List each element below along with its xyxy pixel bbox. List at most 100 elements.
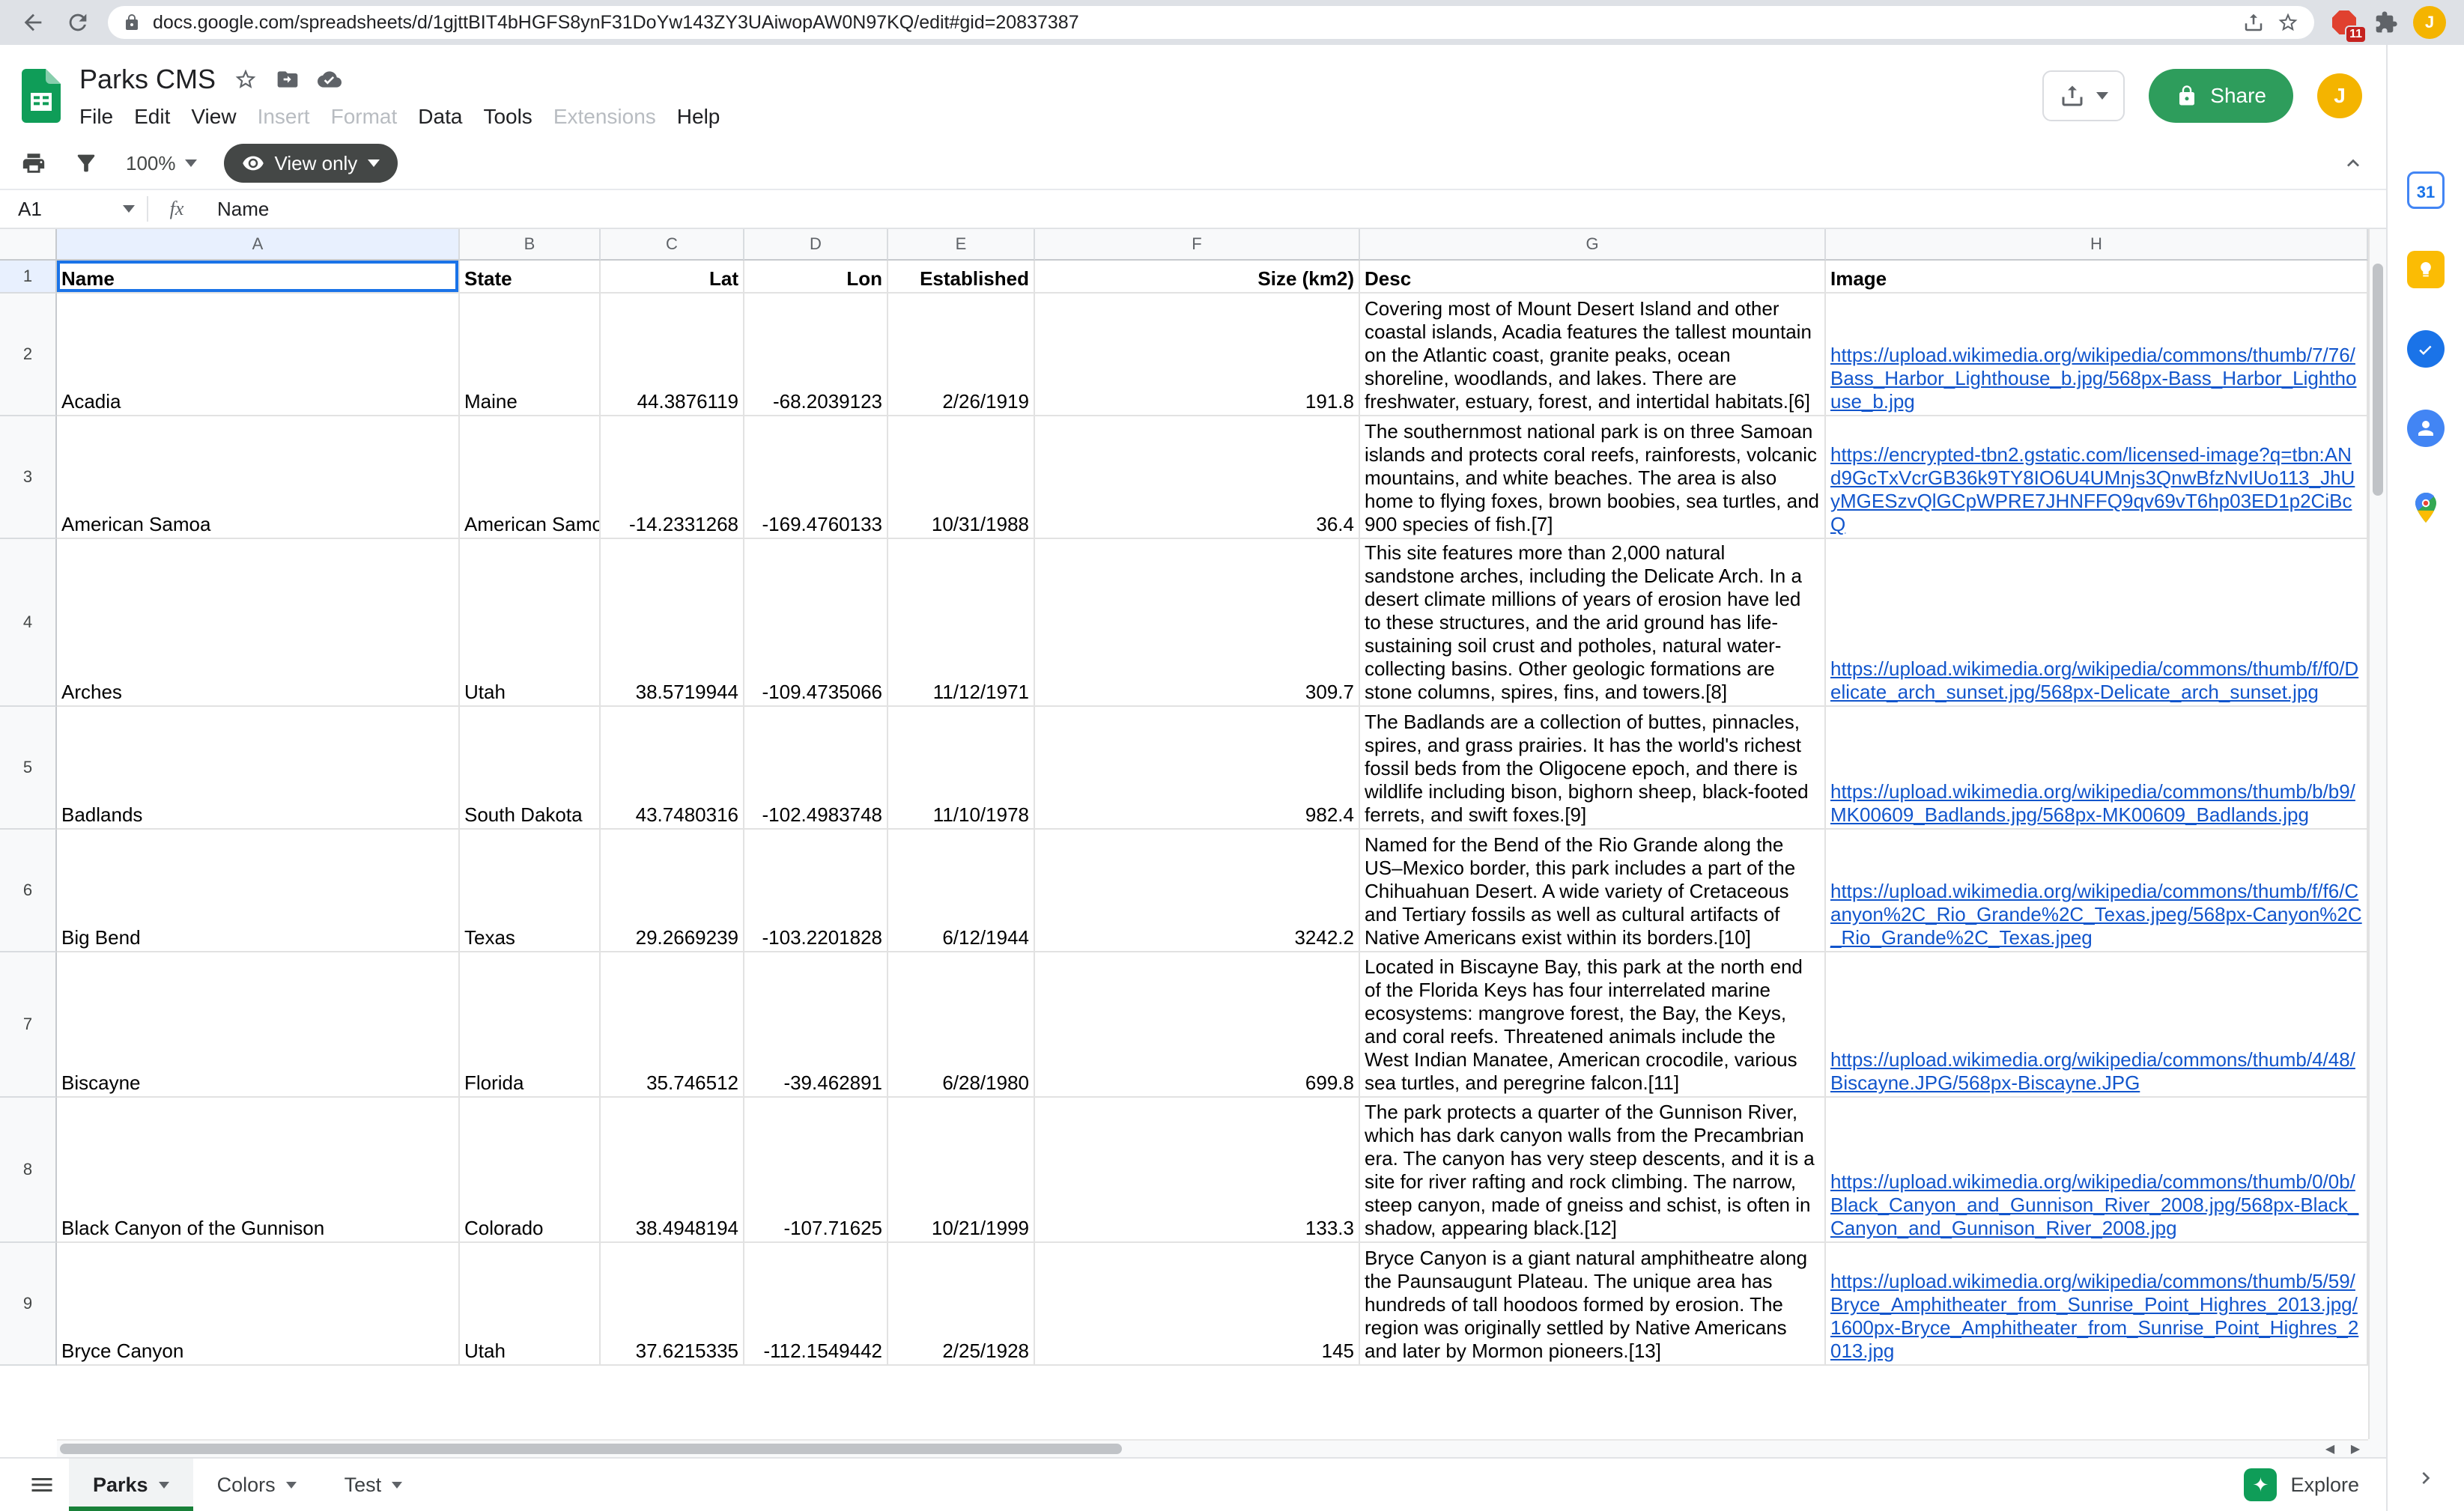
cell-desc-row5[interactable]: The Badlands are a collection of buttes,… bbox=[1360, 707, 1826, 830]
cell-state-row8[interactable]: Colorado bbox=[460, 1098, 601, 1243]
row-header-7[interactable]: 7 bbox=[0, 952, 57, 1098]
menu-edit[interactable]: Edit bbox=[124, 100, 180, 133]
cell-state-row3[interactable]: American Samoa bbox=[460, 416, 601, 539]
horizontal-scrollbar-thumb[interactable] bbox=[60, 1444, 1122, 1454]
cell-lat-row6[interactable]: 29.2669239 bbox=[601, 830, 744, 952]
cell-name-row9[interactable]: Bryce Canyon bbox=[57, 1243, 460, 1366]
cell-lon-row3[interactable]: -169.4760133 bbox=[744, 416, 888, 539]
cell-lon-row4[interactable]: -109.4735066 bbox=[744, 539, 888, 707]
formula-input[interactable]: Name bbox=[205, 190, 2386, 228]
cloud-saved-icon[interactable] bbox=[318, 67, 342, 91]
image-link[interactable]: https://upload.wikimedia.org/wikipedia/c… bbox=[1830, 880, 2362, 949]
ssl-lock-icon[interactable] bbox=[123, 13, 141, 31]
cell-lat-row1[interactable]: Lat bbox=[601, 261, 744, 294]
scroll-left-arrow[interactable]: ◀ bbox=[2317, 1439, 2343, 1457]
cell-image-row8[interactable]: https://upload.wikimedia.org/wikipedia/c… bbox=[1826, 1098, 2368, 1243]
cell-lon-row8[interactable]: -107.71625 bbox=[744, 1098, 888, 1243]
scroll-right-arrow[interactable]: ▶ bbox=[2343, 1439, 2368, 1457]
row-header-9[interactable]: 9 bbox=[0, 1243, 57, 1366]
cell-name-row7[interactable]: Biscayne bbox=[57, 952, 460, 1098]
column-header-C[interactable]: C bbox=[601, 229, 744, 261]
cell-lat-row5[interactable]: 43.7480316 bbox=[601, 707, 744, 830]
menu-file[interactable]: File bbox=[69, 100, 124, 133]
row-header-2[interactable]: 2 bbox=[0, 294, 57, 416]
cell-established-row9[interactable]: 2/25/1928 bbox=[888, 1243, 1035, 1366]
menu-extensions[interactable]: Extensions bbox=[543, 100, 667, 133]
explore-button[interactable]: ✦ Explore bbox=[2223, 1459, 2380, 1511]
cell-size-row4[interactable]: 309.7 bbox=[1035, 539, 1360, 707]
cell-name-row3[interactable]: American Samoa bbox=[57, 416, 460, 539]
cell-lon-row2[interactable]: -68.2039123 bbox=[744, 294, 888, 416]
cell-established-row8[interactable]: 10/21/1999 bbox=[888, 1098, 1035, 1243]
cell-lat-row3[interactable]: -14.2331268 bbox=[601, 416, 744, 539]
cell-image-row9[interactable]: https://upload.wikimedia.org/wikipedia/c… bbox=[1826, 1243, 2368, 1366]
cell-established-row4[interactable]: 11/12/1971 bbox=[888, 539, 1035, 707]
image-link[interactable]: https://upload.wikimedia.org/wikipedia/c… bbox=[1830, 1048, 2362, 1095]
image-link[interactable]: https://upload.wikimedia.org/wikipedia/c… bbox=[1830, 1270, 2362, 1363]
cell-size-row2[interactable]: 191.8 bbox=[1035, 294, 1360, 416]
move-to-folder-icon[interactable] bbox=[276, 67, 300, 91]
cell-name-row4[interactable]: Arches bbox=[57, 539, 460, 707]
calendar-icon[interactable]: 31 bbox=[2406, 171, 2445, 210]
cell-size-row5[interactable]: 982.4 bbox=[1035, 707, 1360, 830]
cell-state-row5[interactable]: South Dakota bbox=[460, 707, 601, 830]
cell-lat-row8[interactable]: 38.4948194 bbox=[601, 1098, 744, 1243]
cell-image-row5[interactable]: https://upload.wikimedia.org/wikipedia/c… bbox=[1826, 707, 2368, 830]
cell-state-row9[interactable]: Utah bbox=[460, 1243, 601, 1366]
cell-image-row6[interactable]: https://upload.wikimedia.org/wikipedia/c… bbox=[1826, 830, 2368, 952]
back-button[interactable] bbox=[18, 7, 48, 37]
cell-state-row6[interactable]: Texas bbox=[460, 830, 601, 952]
cell-lon-row1[interactable]: Lon bbox=[744, 261, 888, 294]
cell-lat-row9[interactable]: 37.6215335 bbox=[601, 1243, 744, 1366]
sheet-tab-test[interactable]: Test bbox=[321, 1459, 427, 1511]
reload-button[interactable] bbox=[63, 7, 93, 37]
menu-tools[interactable]: Tools bbox=[473, 100, 542, 133]
share-page-icon[interactable] bbox=[2242, 11, 2265, 34]
column-header-B[interactable]: B bbox=[460, 229, 601, 261]
cell-desc-row2[interactable]: Covering most of Mount Desert Island and… bbox=[1360, 294, 1826, 416]
vertical-scrollbar[interactable] bbox=[2368, 229, 2386, 1439]
cell-lon-row7[interactable]: -39.462891 bbox=[744, 952, 888, 1098]
adblock-extension-icon[interactable]: 11 bbox=[2329, 7, 2359, 37]
extensions-puzzle-icon[interactable] bbox=[2374, 10, 2398, 34]
column-header-A[interactable]: A bbox=[57, 229, 460, 261]
image-link[interactable]: https://upload.wikimedia.org/wikipedia/c… bbox=[1830, 344, 2362, 413]
cell-established-row3[interactable]: 10/31/1988 bbox=[888, 416, 1035, 539]
cell-size-row6[interactable]: 3242.2 bbox=[1035, 830, 1360, 952]
cell-established-row2[interactable]: 2/26/1919 bbox=[888, 294, 1035, 416]
vertical-scrollbar-thumb[interactable] bbox=[2373, 264, 2383, 496]
cell-name-row8[interactable]: Black Canyon of the Gunnison bbox=[57, 1098, 460, 1243]
cell-lat-row7[interactable]: 35.746512 bbox=[601, 952, 744, 1098]
cell-desc-row7[interactable]: Located in Biscayne Bay, this park at th… bbox=[1360, 952, 1826, 1098]
sheets-logo-icon[interactable] bbox=[21, 69, 61, 123]
row-header-1[interactable]: 1 bbox=[0, 261, 57, 294]
contacts-icon[interactable] bbox=[2406, 409, 2445, 448]
hide-side-panel-chevron[interactable] bbox=[2414, 1466, 2438, 1496]
row-header-8[interactable]: 8 bbox=[0, 1098, 57, 1243]
menu-help[interactable]: Help bbox=[667, 100, 731, 133]
browser-profile-avatar[interactable]: J bbox=[2413, 6, 2446, 39]
cell-lon-row5[interactable]: -102.4983748 bbox=[744, 707, 888, 830]
cell-established-row5[interactable]: 11/10/1978 bbox=[888, 707, 1035, 830]
filter-icon[interactable] bbox=[73, 151, 99, 176]
cell-established-row7[interactable]: 6/28/1980 bbox=[888, 952, 1035, 1098]
sheet-tab-parks[interactable]: Parks bbox=[69, 1459, 193, 1511]
cell-image-row1[interactable]: Image bbox=[1826, 261, 2368, 294]
export-open-button[interactable] bbox=[2042, 70, 2125, 121]
cell-state-row4[interactable]: Utah bbox=[460, 539, 601, 707]
row-header-4[interactable]: 4 bbox=[0, 539, 57, 707]
cell-image-row4[interactable]: https://upload.wikimedia.org/wikipedia/c… bbox=[1826, 539, 2368, 707]
menu-insert[interactable]: Insert bbox=[247, 100, 321, 133]
cell-lat-row2[interactable]: 44.3876119 bbox=[601, 294, 744, 416]
account-avatar[interactable]: J bbox=[2317, 73, 2362, 118]
cell-name-row5[interactable]: Badlands bbox=[57, 707, 460, 830]
cell-desc-row3[interactable]: The southernmost national park is on thr… bbox=[1360, 416, 1826, 539]
sheet-tab-colors[interactable]: Colors bbox=[193, 1459, 321, 1511]
cell-size-row8[interactable]: 133.3 bbox=[1035, 1098, 1360, 1243]
menu-view[interactable]: View bbox=[180, 100, 246, 133]
cell-lon-row6[interactable]: -103.2201828 bbox=[744, 830, 888, 952]
cell-image-row2[interactable]: https://upload.wikimedia.org/wikipedia/c… bbox=[1826, 294, 2368, 416]
horizontal-scrollbar-track[interactable] bbox=[57, 1439, 2317, 1457]
row-header-6[interactable]: 6 bbox=[0, 830, 57, 952]
cell-size-row3[interactable]: 36.4 bbox=[1035, 416, 1360, 539]
